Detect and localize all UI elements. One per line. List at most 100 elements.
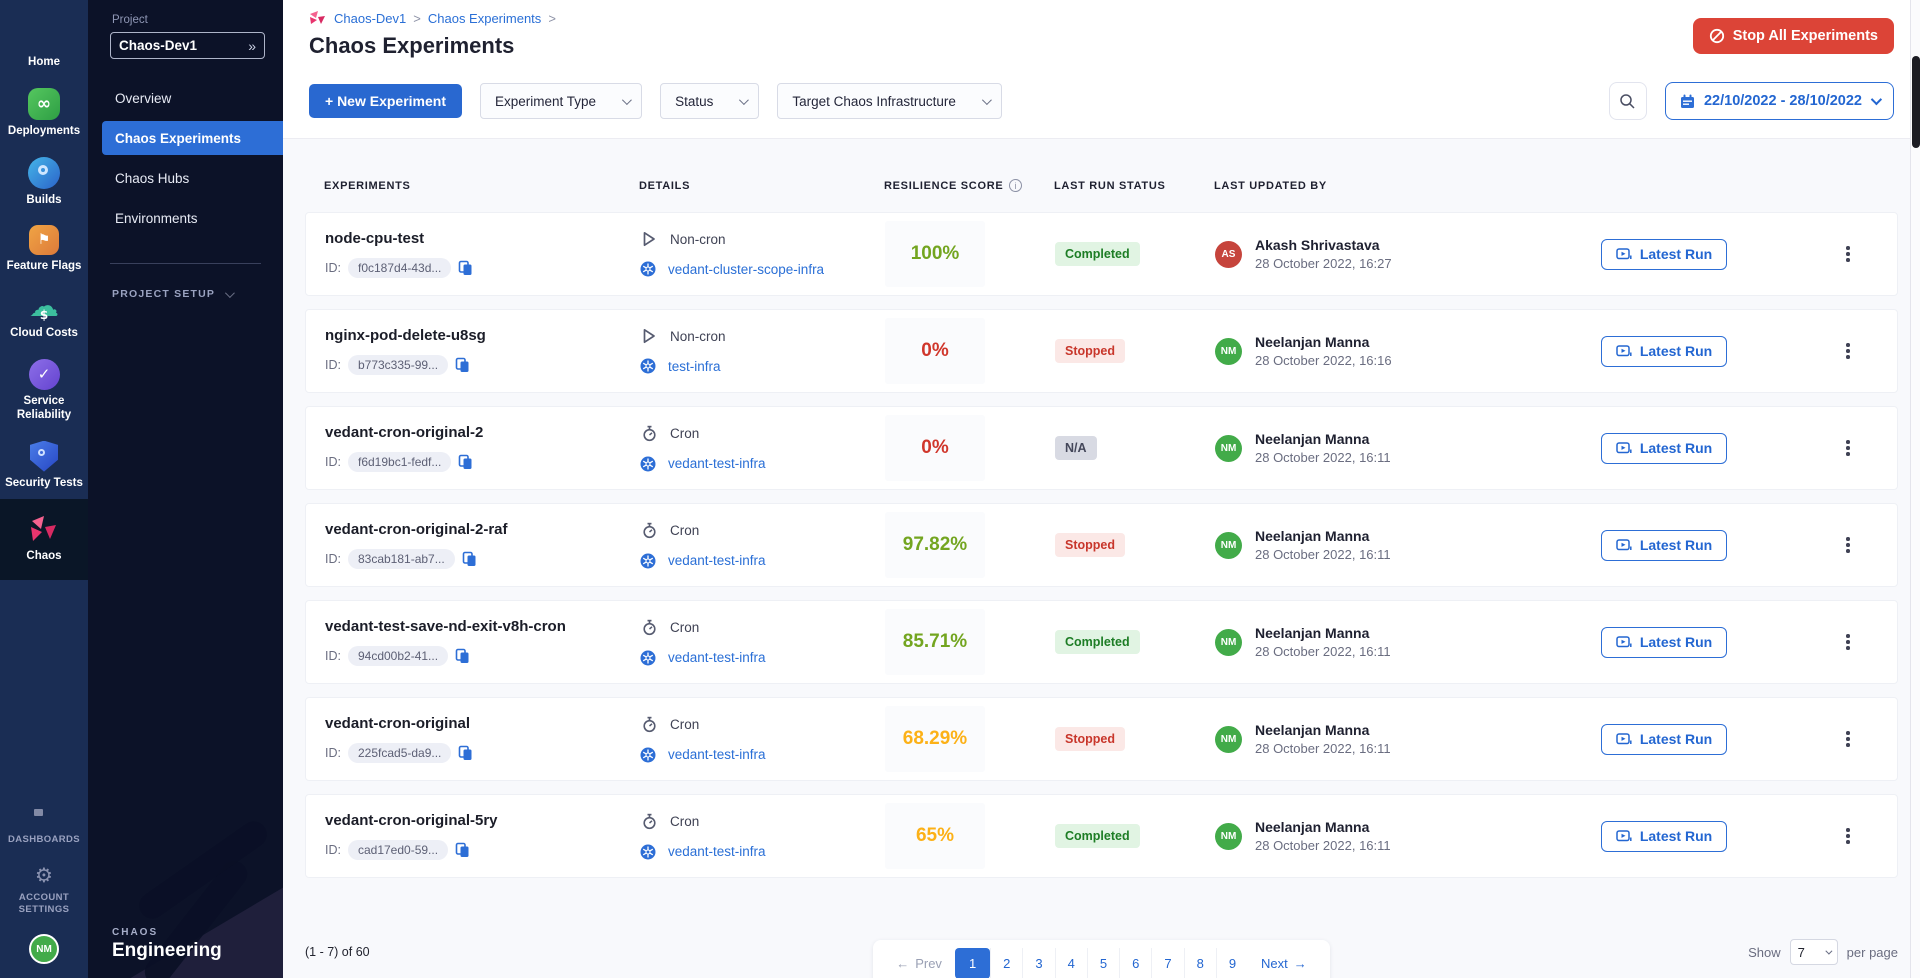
prev-page-button[interactable]: ← Prev: [883, 948, 955, 978]
breadcrumb-link-project[interactable]: Chaos-Dev1: [334, 11, 406, 26]
latest-run-button[interactable]: Latest Run: [1601, 821, 1727, 852]
page-button[interactable]: 4: [1055, 948, 1087, 978]
experiment-name[interactable]: vedant-cron-original-2-raf: [320, 521, 640, 538]
next-page-button[interactable]: Next →: [1248, 948, 1320, 978]
sidebar-item-chaos-experiments[interactable]: Chaos Experiments: [102, 121, 283, 155]
filter-status[interactable]: Status: [660, 83, 759, 119]
page-button[interactable]: 6: [1119, 948, 1151, 978]
scrollbar-thumb[interactable]: [1912, 56, 1920, 148]
experiment-name[interactable]: nginx-pod-delete-u8sg: [320, 327, 640, 344]
table-row[interactable]: vedant-cron-original-2 ID: f6d19bc1-fedf…: [305, 406, 1898, 490]
new-experiment-button[interactable]: + New Experiment: [309, 84, 462, 118]
run-icon: [1616, 829, 1632, 844]
info-icon[interactable]: i: [1009, 179, 1022, 192]
copy-icon[interactable]: [458, 260, 473, 276]
search-button[interactable]: [1609, 82, 1647, 120]
page-button[interactable]: 9: [1216, 948, 1248, 978]
user-avatar[interactable]: NM: [1215, 823, 1242, 850]
latest-run-button[interactable]: Latest Run: [1601, 433, 1727, 464]
infrastructure-link[interactable]: vedant-test-infra: [668, 844, 766, 859]
latest-run-button[interactable]: Latest Run: [1601, 239, 1727, 270]
page-button[interactable]: 7: [1151, 948, 1183, 978]
sidebar-item-deployments[interactable]: ∞ Deployments: [0, 79, 88, 148]
user-name: Neelanjan Manna: [1255, 625, 1391, 641]
kebab-menu-icon[interactable]: [1840, 628, 1856, 656]
resilience-score: 85.71%: [885, 609, 985, 675]
experiments-table: EXPERIMENTS DETAILS RESILIENCE SCORE i L…: [283, 138, 1920, 978]
infrastructure-link[interactable]: test-infra: [668, 359, 721, 374]
security-tests-icon: [30, 441, 58, 472]
latest-run-button[interactable]: Latest Run: [1601, 627, 1727, 658]
copy-icon[interactable]: [462, 551, 477, 567]
user-avatar[interactable]: NM: [1215, 435, 1242, 462]
experiment-name[interactable]: vedant-cron-original-5ry: [320, 812, 640, 829]
sidebar-item-security-tests[interactable]: Security Tests: [0, 432, 88, 500]
copy-icon[interactable]: [458, 745, 473, 761]
chevron-down-icon: [739, 95, 749, 105]
page-size-select[interactable]: 7: [1790, 939, 1838, 965]
experiment-name[interactable]: node-cpu-test: [320, 230, 640, 247]
infrastructure-link[interactable]: vedant-test-infra: [668, 650, 766, 665]
copy-icon[interactable]: [455, 842, 470, 858]
date-range-picker[interactable]: 22/10/2022 - 28/10/2022: [1665, 82, 1894, 120]
experiment-name[interactable]: vedant-cron-original: [320, 715, 640, 732]
experiment-id: 225fcad5-da9...: [348, 743, 451, 763]
page-button[interactable]: 1: [955, 948, 990, 978]
sidebar-item-dashboards[interactable]: DASHBOARDS: [0, 798, 88, 854]
latest-run-button[interactable]: Latest Run: [1601, 530, 1727, 561]
copy-icon[interactable]: [458, 454, 473, 470]
sidebar-item-chaos[interactable]: Chaos: [0, 499, 88, 580]
service-reliability-icon: ✓: [29, 359, 60, 390]
kebab-menu-icon[interactable]: [1840, 240, 1856, 268]
experiment-name[interactable]: vedant-test-save-nd-exit-v8h-cron: [320, 618, 640, 635]
sidebar-item-cloud-costs[interactable]: ☁$ Cloud Costs: [0, 283, 88, 350]
table-row[interactable]: vedant-test-save-nd-exit-v8h-cron ID: 94…: [305, 600, 1898, 684]
kebab-menu-icon[interactable]: [1840, 531, 1856, 559]
sidebar-item-builds[interactable]: Builds: [0, 148, 88, 217]
sidebar-item-home[interactable]: Home: [0, 10, 88, 79]
infrastructure-link[interactable]: vedant-test-infra: [668, 553, 766, 568]
table-row[interactable]: vedant-cron-original-5ry ID: cad17ed0-59…: [305, 794, 1898, 878]
sidebar-item-overview[interactable]: Overview: [88, 81, 283, 115]
sidebar-item-environments[interactable]: Environments: [88, 201, 283, 235]
kebab-menu-icon[interactable]: [1840, 822, 1856, 850]
latest-run-button[interactable]: Latest Run: [1601, 336, 1727, 367]
sidebar-item-chaos-hubs[interactable]: Chaos Hubs: [88, 161, 283, 195]
infrastructure-link[interactable]: vedant-test-infra: [668, 747, 766, 762]
user-avatar[interactable]: NM: [1215, 338, 1242, 365]
project-setup-toggle[interactable]: PROJECT SETUP: [112, 288, 283, 300]
sidebar-item-account-settings[interactable]: ⚙ ACCOUNT SETTINGS: [0, 854, 88, 924]
user-avatar[interactable]: NM: [1215, 629, 1242, 656]
user-avatar[interactable]: NM: [1215, 726, 1242, 753]
filter-experiment-type[interactable]: Experiment Type: [480, 83, 642, 119]
page-button[interactable]: 8: [1184, 948, 1216, 978]
table-row[interactable]: node-cpu-test ID: f0c187d4-43d...: [305, 212, 1898, 296]
user-avatar[interactable]: NM: [29, 934, 59, 964]
sidebar-item-feature-flags[interactable]: ⚑ Feature Flags: [0, 216, 88, 283]
user-avatar[interactable]: AS: [1215, 241, 1242, 268]
filter-target-chaos-infrastructure[interactable]: Target Chaos Infrastructure: [777, 83, 1002, 119]
feature-flags-icon: ⚑: [29, 225, 59, 255]
project-selector[interactable]: Chaos-Dev1 »: [110, 32, 265, 59]
infrastructure-link[interactable]: vedant-cluster-scope-infra: [668, 262, 824, 277]
table-row[interactable]: nginx-pod-delete-u8sg ID: b773c335-99...: [305, 309, 1898, 393]
infrastructure-link[interactable]: vedant-test-infra: [668, 456, 766, 471]
kebab-menu-icon[interactable]: [1840, 337, 1856, 365]
page-button[interactable]: 2: [990, 948, 1022, 978]
page-button[interactable]: 5: [1087, 948, 1119, 978]
vertical-scrollbar[interactable]: [1910, 0, 1920, 978]
table-row[interactable]: vedant-cron-original ID: 225fcad5-da9...: [305, 697, 1898, 781]
breadcrumb-link-chaos-experiments[interactable]: Chaos Experiments: [428, 11, 541, 26]
stop-all-experiments-button[interactable]: Stop All Experiments: [1693, 18, 1894, 54]
copy-icon[interactable]: [455, 357, 470, 373]
copy-icon[interactable]: [455, 648, 470, 664]
col-last-updated-by: LAST UPDATED BY: [1214, 180, 1514, 192]
user-avatar[interactable]: NM: [1215, 532, 1242, 559]
kebab-menu-icon[interactable]: [1840, 725, 1856, 753]
latest-run-button[interactable]: Latest Run: [1601, 724, 1727, 755]
sidebar-item-service-reliability[interactable]: ✓ Service Reliability: [0, 350, 88, 432]
table-row[interactable]: vedant-cron-original-2-raf ID: 83cab181-…: [305, 503, 1898, 587]
page-button[interactable]: 3: [1022, 948, 1054, 978]
kebab-menu-icon[interactable]: [1840, 434, 1856, 462]
experiment-name[interactable]: vedant-cron-original-2: [320, 424, 640, 441]
